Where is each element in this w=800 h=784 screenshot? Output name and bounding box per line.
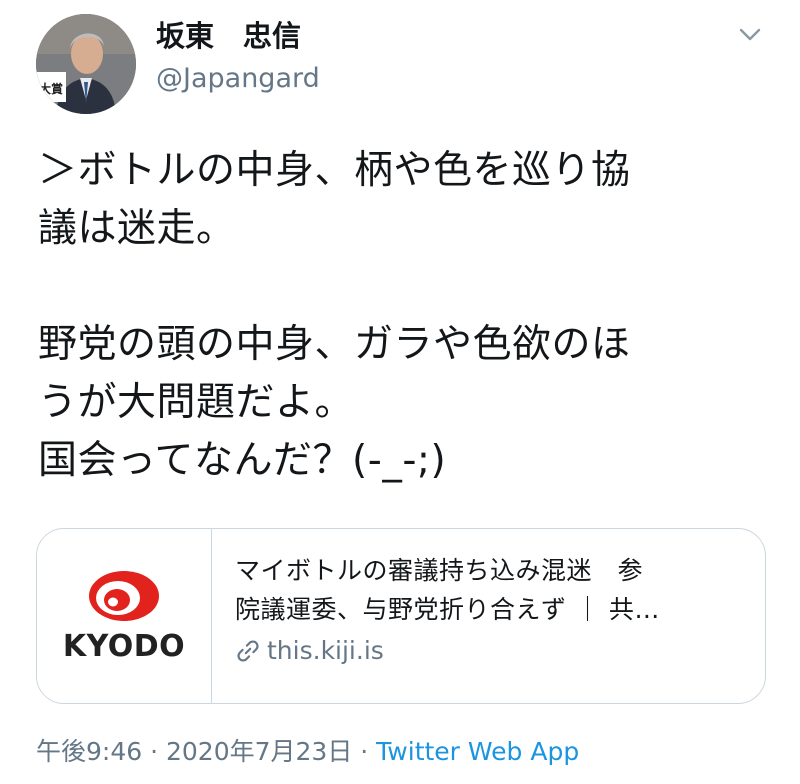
avatar-image: 大賞 xyxy=(36,14,136,114)
display-name[interactable]: 坂東 忠信 xyxy=(156,18,301,54)
tweet-header: 大賞 坂東 忠信 @Japangard xyxy=(0,0,800,130)
card-thumbnail: KYODO xyxy=(37,529,212,703)
tweet-date[interactable]: 2020年7月23日 xyxy=(166,737,352,766)
more-options-button[interactable] xyxy=(735,20,765,50)
user-handle[interactable]: @Japangard xyxy=(156,62,320,96)
card-domain-text: this.kiji.is xyxy=(267,636,384,665)
chevron-down-icon xyxy=(739,28,761,41)
footer-separator: · xyxy=(142,737,166,766)
link-card[interactable]: KYODO マイボトルの審議持ち込み混迷 参 院議運委、与野党折り合えず ｜ 共… xyxy=(36,528,766,704)
tweet-source-link[interactable]: Twitter Web App xyxy=(376,737,579,766)
kyodo-wordmark: KYODO xyxy=(62,629,186,664)
avatar-badge-text: 大賞 xyxy=(39,81,63,96)
tweet-text: ＞ボトルの中身、柄や色を巡り協 議は迷走。 野党の頭の中身、ガラや色欲のほ うが… xyxy=(38,148,631,483)
kyodo-logo-icon xyxy=(89,571,159,621)
card-domain: this.kiji.is xyxy=(235,633,745,669)
avatar[interactable]: 大賞 xyxy=(36,14,136,114)
tweet-time[interactable]: 午後9:46 xyxy=(36,737,142,766)
card-title[interactable]: マイボトルの審議持ち込み混迷 参 院議運委、与野党折り合えず ｜ 共… xyxy=(235,551,745,629)
footer-separator: · xyxy=(352,737,377,766)
link-icon xyxy=(237,640,259,662)
tweet-footer: 午後9:46 · 2020年7月23日 · Twitter Web App xyxy=(36,734,579,770)
card-body: マイボトルの審議持ち込み混迷 参 院議運委、与野党折り合えず ｜ 共… this… xyxy=(235,551,745,669)
